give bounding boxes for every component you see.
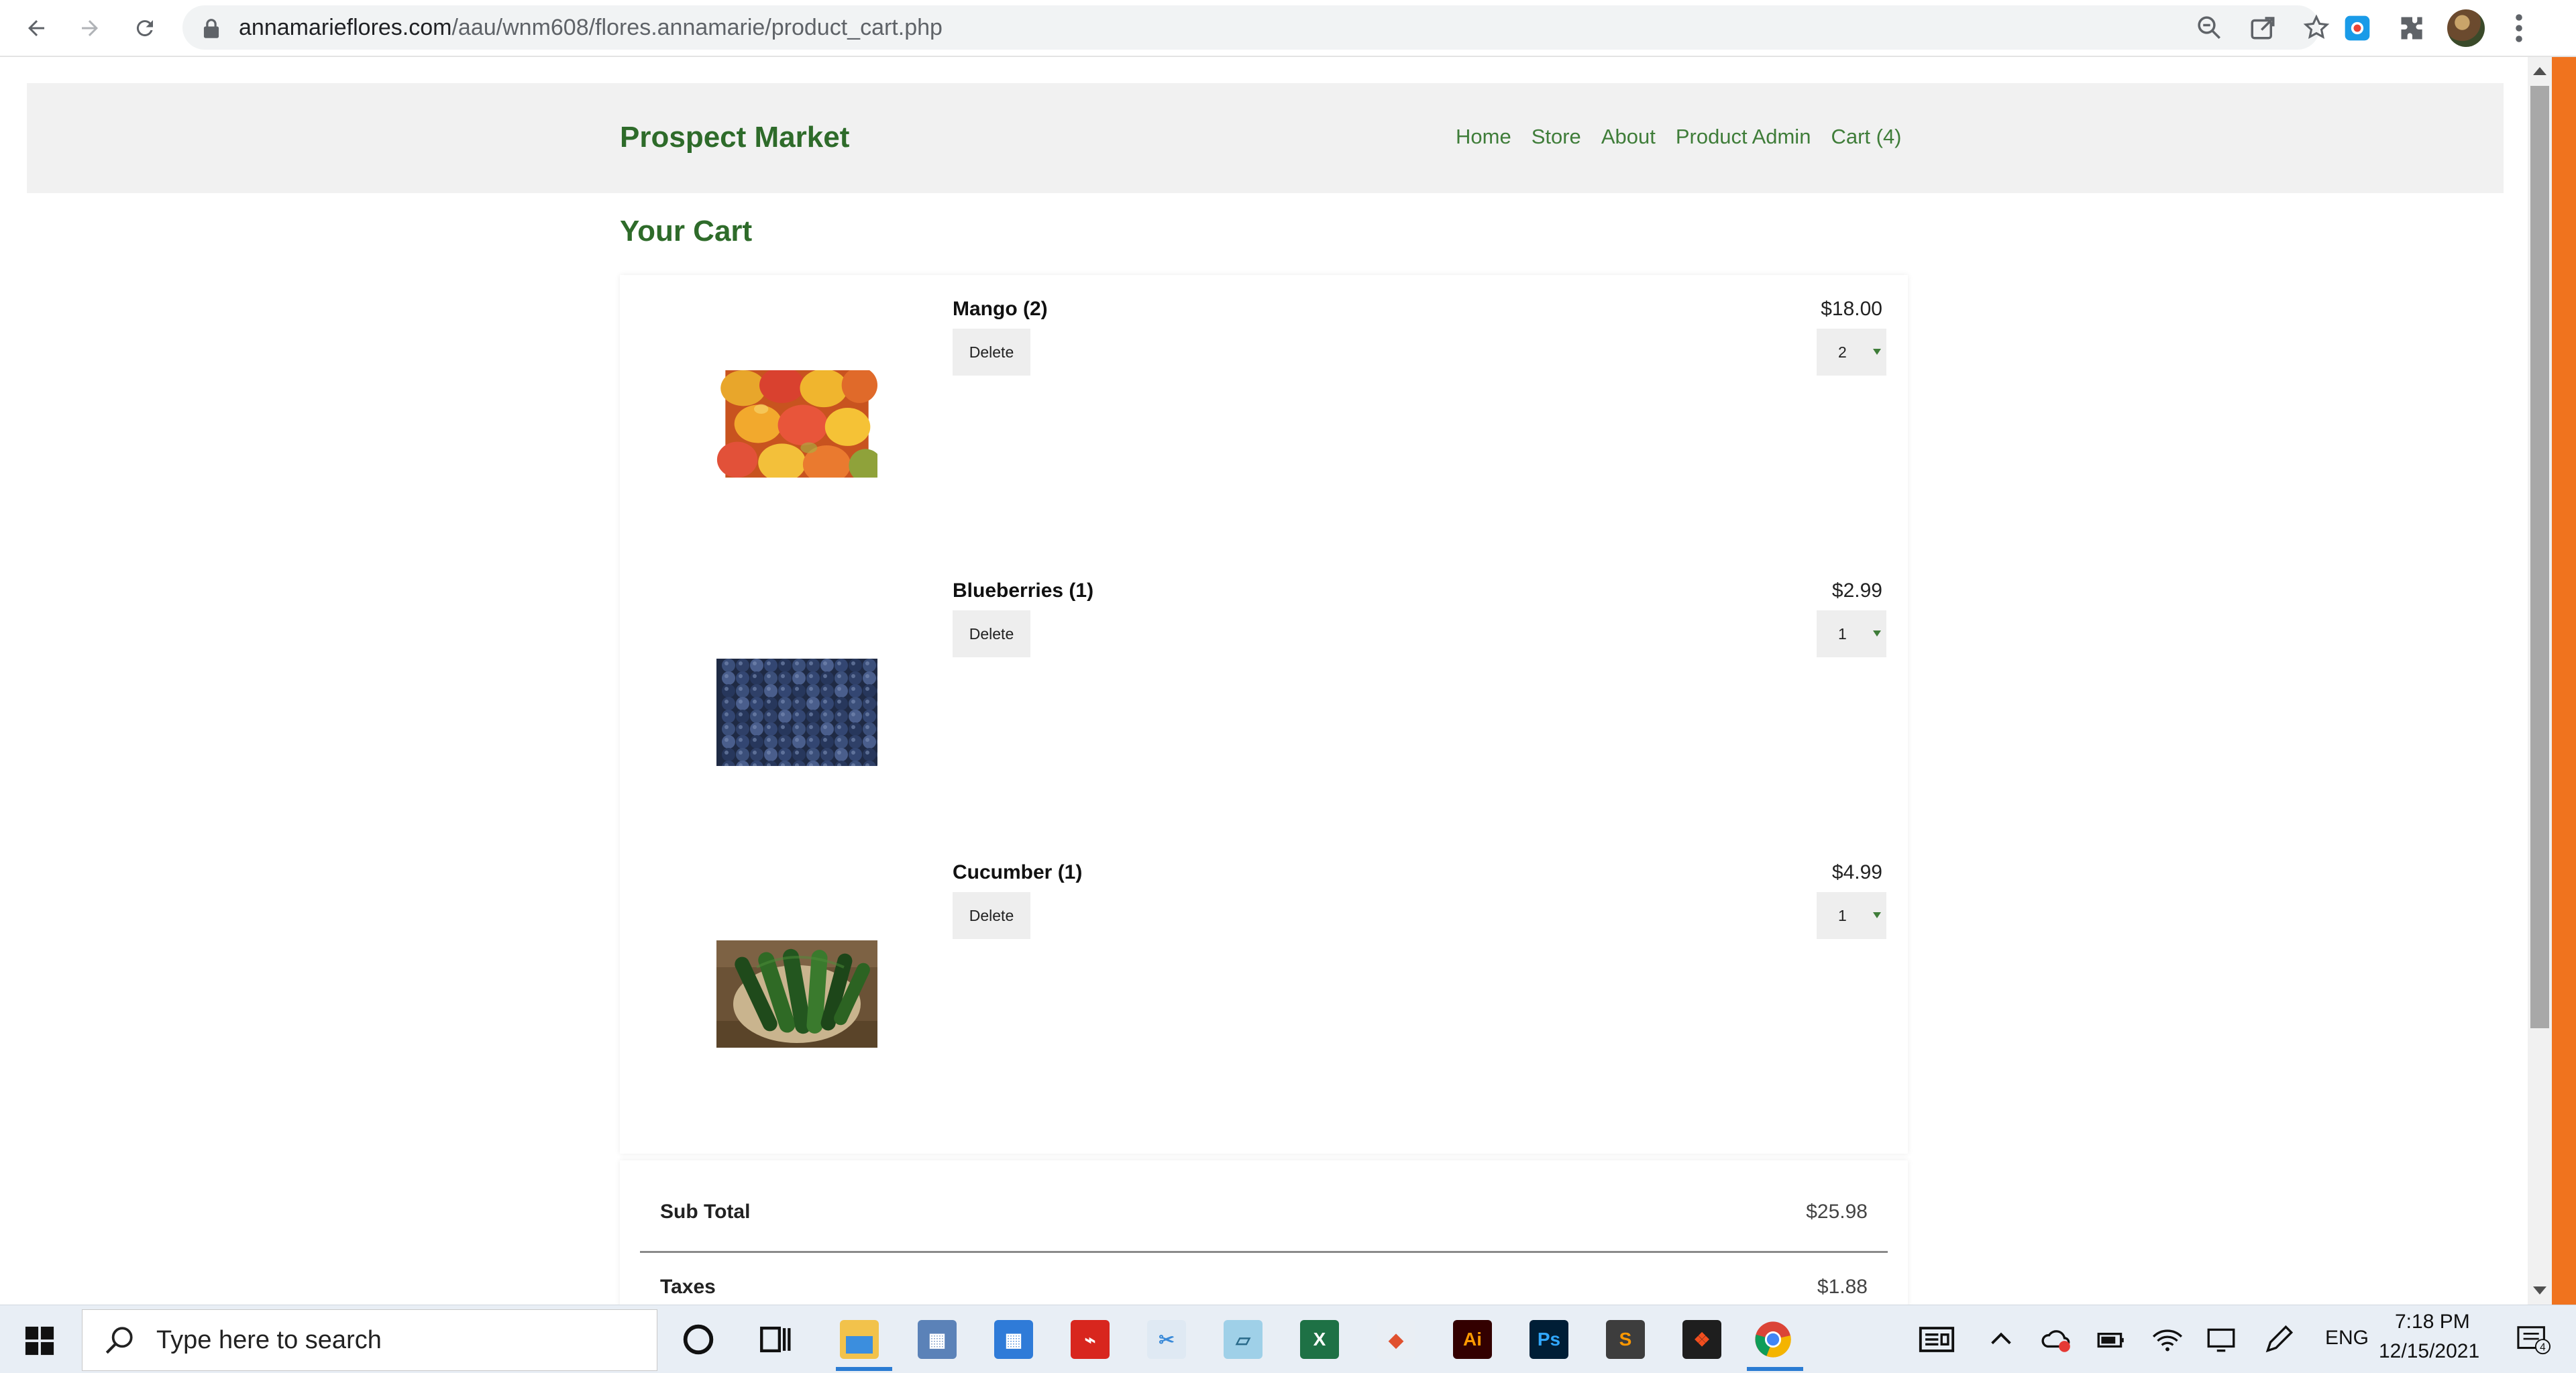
lock-icon	[203, 19, 219, 38]
quantity-select[interactable]: 1	[1817, 892, 1886, 939]
acrobat-icon[interactable]: ⌁	[1071, 1320, 1110, 1359]
item-name: Mango (2)	[953, 298, 1048, 320]
item-price: $18.00	[1821, 298, 1882, 320]
address-url: annamarieflores.com/aau/wnm608/flores.an…	[239, 15, 943, 40]
subtotal-value: $25.98	[1806, 1201, 1868, 1223]
nav-about[interactable]: About	[1601, 125, 1656, 149]
share-icon[interactable]	[2249, 13, 2277, 42]
taxes-value: $1.88	[1817, 1276, 1868, 1298]
reload-icon	[136, 20, 153, 37]
item-name: Cucumber (1)	[953, 861, 1083, 883]
nav-store[interactable]: Store	[1532, 125, 1581, 149]
product-image-mango	[716, 370, 877, 478]
delete-button[interactable]: Delete	[953, 892, 1030, 939]
display-icon[interactable]	[2204, 1320, 2238, 1359]
paint-icon[interactable]: ◆	[1377, 1320, 1415, 1359]
blueberries-photo	[716, 659, 877, 766]
site-header	[27, 83, 2504, 193]
photoshop-icon[interactable]: Ps	[1529, 1320, 1568, 1359]
figma-icon[interactable]: ❖	[1682, 1320, 1721, 1359]
notepad-icon[interactable]: ▱	[1224, 1320, 1263, 1359]
wifi-icon[interactable]	[2151, 1320, 2184, 1359]
item-price: $2.99	[1831, 580, 1882, 602]
cart-list: Mango (2) Delete $18.00 2 Blueberries (1…	[620, 275, 1908, 1154]
taskbar: Type here to search ▦ ▦ ⌁ ✂ ▱ X ◆ Ai Ps …	[0, 1305, 2576, 1373]
mango-photo	[716, 370, 877, 478]
notification-center-icon[interactable]: 4	[2517, 1325, 2551, 1355]
quantity-select[interactable]: 2	[1817, 329, 1886, 376]
delete-button[interactable]: Delete	[953, 329, 1030, 376]
file-explorer-icon[interactable]	[840, 1320, 879, 1359]
forward-arrow-icon	[82, 20, 98, 36]
totals-divider	[640, 1251, 1888, 1253]
cucumber-photo	[716, 940, 877, 1048]
profile-avatar[interactable]	[2447, 9, 2485, 47]
item-name: Blueberries (1)	[953, 580, 1094, 602]
onedrive-icon[interactable]	[2039, 1320, 2073, 1359]
news-widget-icon[interactable]	[1917, 1320, 1956, 1359]
chevron-up-icon[interactable]	[1986, 1320, 2017, 1359]
quantity-value: 1	[1838, 625, 1847, 643]
search-icon	[105, 1327, 133, 1354]
nav-home[interactable]: Home	[1456, 125, 1511, 149]
side-window-edge	[2552, 57, 2576, 1305]
page-title: Your Cart	[620, 215, 753, 248]
browser-toolbar: annamarieflores.com/aau/wnm608/flores.an…	[0, 0, 2576, 57]
chevron-down-icon	[1873, 630, 1881, 637]
windows-start-icon[interactable]	[24, 1325, 55, 1356]
pen-icon[interactable]	[2262, 1320, 2296, 1359]
chevron-down-icon	[1873, 912, 1881, 918]
taskbar-search[interactable]: Type here to search	[82, 1309, 657, 1371]
active-app-indicator	[836, 1367, 892, 1371]
taskbar-search-placeholder: Type here to search	[156, 1326, 382, 1354]
cart-totals: Sub Total $25.98 Taxes $1.88	[620, 1160, 1908, 1308]
subtotal-label: Sub Total	[660, 1201, 751, 1223]
address-bar[interactable]: annamarieflores.com/aau/wnm608/flores.an…	[182, 5, 2330, 50]
svg-text:4: 4	[2540, 1341, 2546, 1353]
cart-item-blueberries: Blueberries (1) Delete $2.99 1	[620, 557, 1908, 838]
nav-product-admin[interactable]: Product Admin	[1676, 125, 1811, 149]
extension-record-icon[interactable]	[2343, 13, 2372, 43]
active-app-indicator	[1747, 1367, 1803, 1371]
extensions-puzzle-icon[interactable]	[2398, 13, 2427, 43]
delete-button[interactable]: Delete	[953, 610, 1030, 657]
chrome-icon[interactable]	[1754, 1320, 1792, 1359]
quantity-select[interactable]: 1	[1817, 610, 1886, 657]
language-indicator[interactable]: ENG	[2325, 1327, 2369, 1350]
quantity-value: 1	[1838, 907, 1847, 924]
more-menu-icon[interactable]	[2509, 12, 2529, 44]
zoom-icon[interactable]	[2195, 13, 2223, 42]
calculator-icon[interactable]: ▦	[918, 1320, 957, 1359]
calendar-icon[interactable]: ▦	[994, 1320, 1033, 1359]
task-view-icon[interactable]	[757, 1320, 796, 1359]
taxes-label: Taxes	[660, 1276, 716, 1298]
nav-cart[interactable]: Cart (4)	[1831, 125, 1901, 149]
product-image-cucumber	[716, 940, 877, 1048]
site-brand[interactable]: Prospect Market	[620, 121, 849, 154]
quantity-value: 2	[1838, 343, 1847, 361]
bookmark-star-icon[interactable]	[2302, 13, 2330, 42]
cart-item-mango: Mango (2) Delete $18.00 2	[620, 275, 1908, 557]
illustrator-icon[interactable]: Ai	[1453, 1320, 1492, 1359]
product-image-blueberries	[716, 659, 877, 766]
scroll-up-icon[interactable]	[2533, 67, 2546, 75]
sublime-icon[interactable]: S	[1606, 1320, 1645, 1359]
battery-icon[interactable]	[2094, 1320, 2128, 1359]
clock-date[interactable]: 12/15/2021	[2379, 1340, 2479, 1363]
back-button[interactable]	[17, 9, 55, 47]
chevron-down-icon	[1873, 349, 1881, 355]
clock-time[interactable]: 7:18 PM	[2395, 1311, 2470, 1333]
forward-button[interactable]	[71, 9, 109, 47]
cart-item-cucumber: Cucumber (1) Delete $4.99 1	[620, 838, 1908, 1120]
cortana-icon[interactable]	[679, 1320, 718, 1359]
snipping-tool-icon[interactable]: ✂	[1147, 1320, 1186, 1359]
reload-button[interactable]	[126, 9, 164, 47]
site-nav: Home Store About Product Admin Cart (4)	[1456, 125, 1902, 149]
excel-icon[interactable]: X	[1300, 1320, 1339, 1359]
scrollbar-thumb[interactable]	[2530, 86, 2549, 1028]
item-price: $4.99	[1831, 861, 1882, 883]
back-arrow-icon	[28, 20, 44, 36]
scroll-down-icon[interactable]	[2533, 1286, 2546, 1295]
